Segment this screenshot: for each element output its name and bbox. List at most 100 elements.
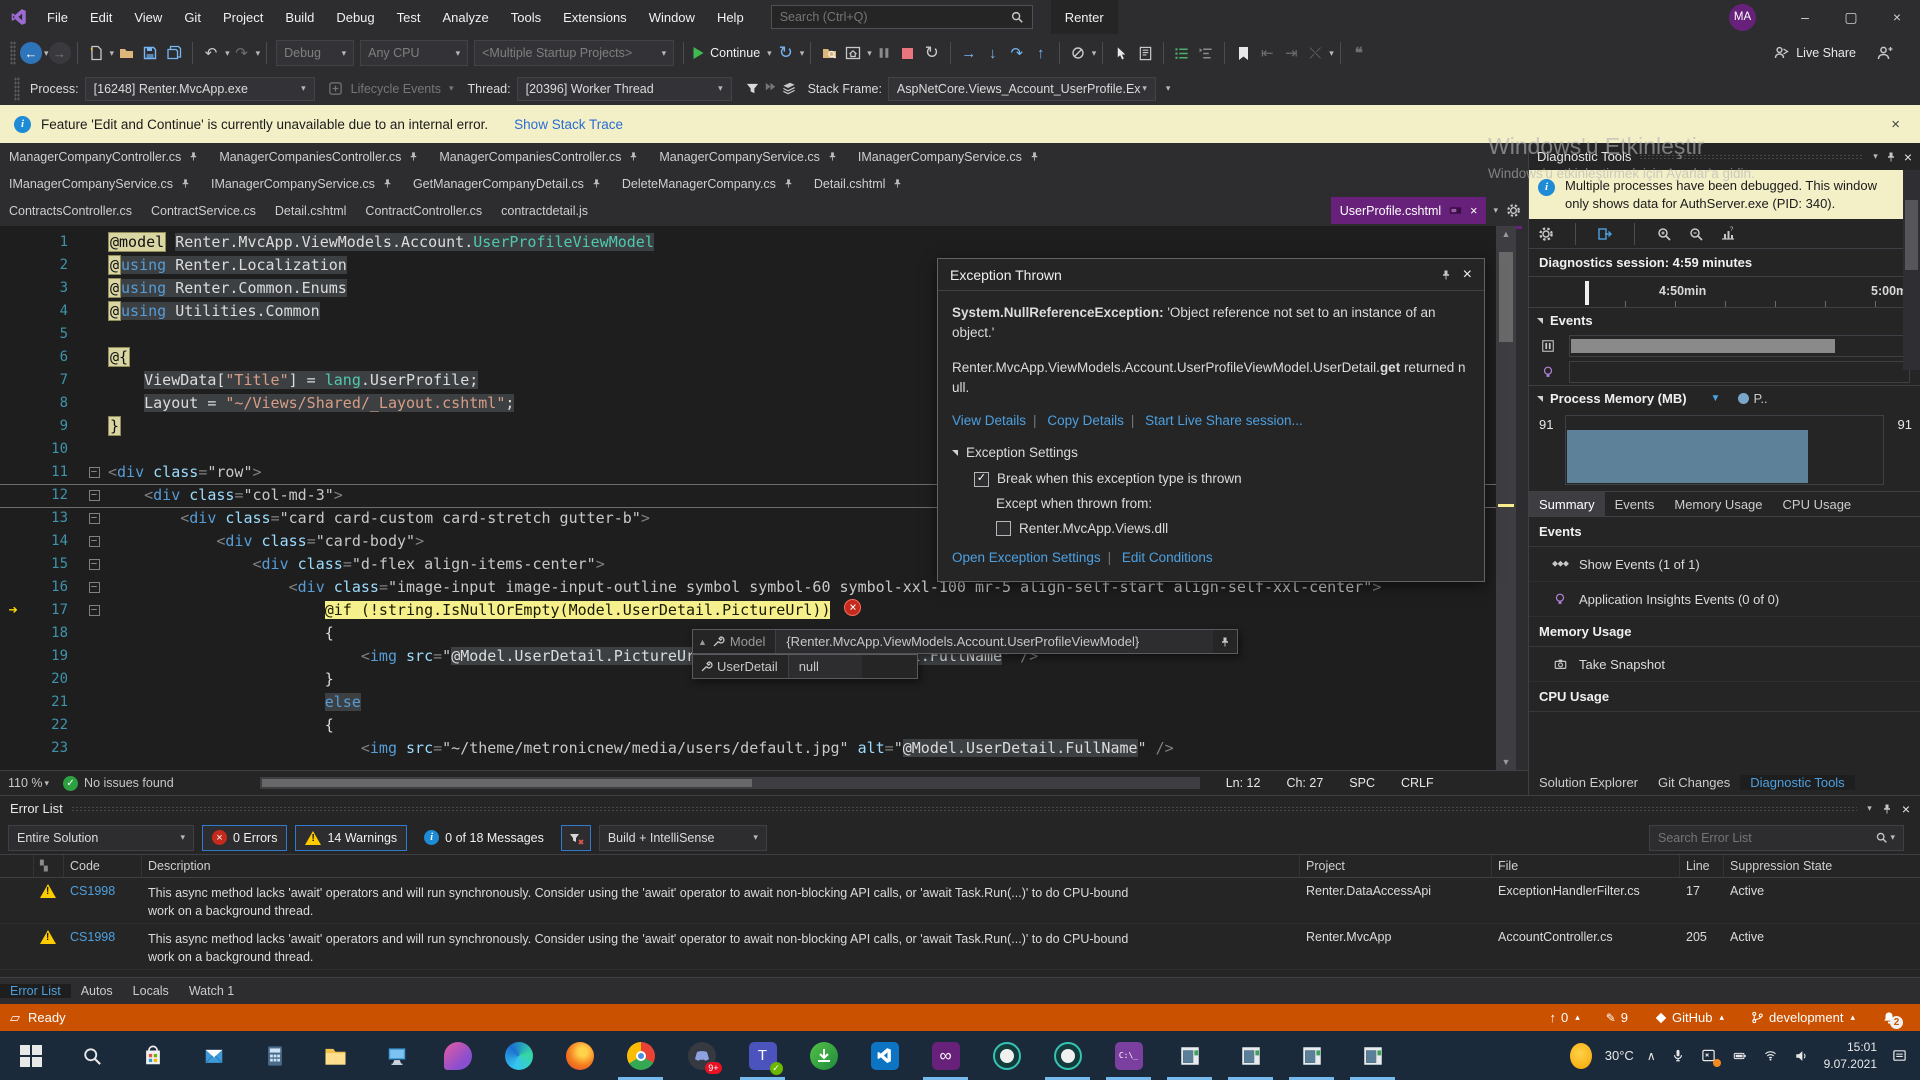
taskbar-terminal[interactable]: C:\_ — [1098, 1031, 1159, 1080]
quick-search[interactable] — [771, 5, 1033, 29]
taskbar-robo3t-2[interactable] — [1037, 1031, 1098, 1080]
battery-icon[interactable] — [1731, 1047, 1749, 1065]
parameter-info-button[interactable] — [1194, 40, 1218, 66]
taskbar-calculator[interactable] — [244, 1031, 305, 1080]
fold-margin[interactable]: – — [80, 530, 108, 553]
navigate-back-button[interactable]: ← — [20, 42, 42, 64]
fold-margin[interactable] — [80, 254, 108, 277]
breakpoint-margin[interactable] — [0, 231, 26, 254]
errors-filter-button[interactable]: × 0 Errors — [202, 825, 287, 851]
search-input[interactable] — [780, 10, 1010, 24]
redo-button[interactable]: ↷ — [230, 40, 254, 66]
step-over-button[interactable]: ↷ — [1005, 40, 1029, 66]
stack-frame-dropdown[interactable]: AspNetCore.Views_Account_UserProfile.Ex▾ — [888, 77, 1156, 101]
platform-dropdown[interactable]: Any CPU▾ — [360, 40, 468, 66]
zoom-out-icon[interactable] — [1687, 225, 1705, 243]
error-search-box[interactable]: ▾ — [1649, 825, 1904, 851]
branch-button[interactable]: development▴ — [1750, 1010, 1855, 1025]
document-tab[interactable]: ManagerCompanyService.cs — [650, 143, 848, 170]
continue-button[interactable]: Continue▾ — [690, 40, 774, 66]
flag-threads-icon[interactable] — [762, 80, 780, 98]
taskbar-vscode[interactable] — [854, 1031, 915, 1080]
fold-margin[interactable] — [80, 392, 108, 415]
breakpoint-margin[interactable] — [0, 277, 26, 300]
fold-margin[interactable] — [80, 668, 108, 691]
pin-icon[interactable] — [1884, 150, 1898, 164]
error-code-link[interactable]: CS1998 — [64, 880, 142, 898]
panel-tab-diagnostic-tools[interactable]: Diagnostic Tools — [1740, 775, 1854, 790]
fold-margin[interactable] — [80, 323, 108, 346]
pin-icon[interactable] — [892, 178, 904, 190]
tab-well-gear-icon[interactable] — [1504, 202, 1522, 220]
breakpoint-margin[interactable] — [0, 507, 26, 530]
wifi-icon[interactable] — [1762, 1047, 1780, 1065]
toolbar-drag-handle[interactable] — [10, 41, 16, 65]
breakpoint-margin[interactable] — [0, 530, 26, 553]
repository-button[interactable]: GitHub▴ — [1654, 1010, 1724, 1025]
startup-project-dropdown[interactable]: <Multiple Startup Projects>▾ — [474, 40, 674, 66]
diag-tab-memory-usage[interactable]: Memory Usage — [1664, 492, 1772, 516]
bookmark-caret-icon[interactable]: ▾ — [1329, 48, 1334, 59]
pin-icon[interactable] — [1880, 802, 1894, 816]
fold-margin[interactable] — [80, 645, 108, 668]
breakpoint-margin[interactable] — [0, 438, 26, 461]
fold-collapse-icon[interactable]: – — [89, 467, 100, 478]
infobar-close-icon[interactable]: × — [1891, 116, 1906, 133]
error-list-row[interactable]: CS1998This async method lacks 'await' op… — [0, 924, 1920, 970]
scope-dropdown[interactable]: Entire Solution▾ — [8, 825, 194, 851]
breakpoint-margin[interactable] — [0, 553, 26, 576]
fold-collapse-icon[interactable]: – — [89, 605, 100, 616]
redo-caret-icon[interactable]: ▾ — [256, 48, 261, 59]
pin-icon[interactable] — [382, 178, 394, 190]
stop-debugging-button[interactable] — [896, 40, 920, 66]
save-button[interactable] — [138, 40, 162, 66]
datatip-model[interactable]: ▲ Model {Renter.MvcApp.ViewModels.Accoun… — [692, 629, 1238, 654]
document-tab[interactable]: ContractService.cs — [142, 197, 265, 224]
breakpoint-margin[interactable] — [0, 668, 26, 691]
fold-margin[interactable] — [80, 438, 108, 461]
notifications-bell-button[interactable]: 2 — [1881, 1010, 1896, 1025]
configuration-dropdown[interactable]: Debug▾ — [276, 40, 354, 66]
error-code-link[interactable]: CS1998 — [64, 926, 142, 944]
pending-edits-button[interactable]: ✎9 — [1606, 1010, 1628, 1025]
zoom-dropdown[interactable]: 110 %▾ — [0, 776, 49, 790]
scroll-down-icon[interactable]: ▼ — [1496, 754, 1516, 770]
fold-margin[interactable] — [80, 346, 108, 369]
view-details-link[interactable]: View Details — [952, 413, 1026, 428]
open-file-button[interactable] — [114, 40, 138, 66]
menu-item-debug[interactable]: Debug — [325, 0, 385, 34]
pin-icon[interactable] — [827, 151, 839, 163]
code-line[interactable]: 22 { — [0, 714, 1496, 737]
datatip-userdetail[interactable]: UserDetail null — [692, 654, 918, 679]
pin-icon[interactable] — [1029, 151, 1041, 163]
notification-center-icon[interactable] — [1890, 1047, 1908, 1065]
breakpoint-margin[interactable] — [0, 737, 26, 760]
close-button[interactable]: × — [1874, 0, 1920, 34]
document-tab[interactable]: IManagerCompanyService.cs — [849, 143, 1050, 170]
panel-tab-autos[interactable]: Autos — [71, 984, 123, 998]
breakpoint-margin[interactable] — [0, 369, 26, 392]
pin-icon[interactable] — [628, 151, 640, 163]
fold-margin[interactable] — [80, 622, 108, 645]
menu-item-extensions[interactable]: Extensions — [552, 0, 638, 34]
add-user-icon[interactable] — [1872, 40, 1896, 66]
document-tab[interactable]: IManagerCompanyService.cs — [0, 170, 201, 197]
menu-item-edit[interactable]: Edit — [79, 0, 123, 34]
show-next-statement-button[interactable]: → — [957, 40, 981, 66]
menu-item-view[interactable]: View — [123, 0, 173, 34]
avatar[interactable]: MA — [1729, 4, 1756, 31]
copy-details-link[interactable]: Copy Details — [1047, 413, 1124, 428]
breakpoints-toggle-button[interactable] — [1066, 40, 1090, 66]
live-share-button[interactable]: Live Share — [1771, 40, 1858, 66]
document-tab[interactable]: GetManagerCompanyDetail.cs — [404, 170, 612, 197]
live-share-session-link[interactable]: Start Live Share session... — [1145, 413, 1303, 428]
taskbar-mail[interactable] — [183, 1031, 244, 1080]
editor-vertical-scrollbar[interactable]: ▲ ▼ — [1496, 226, 1516, 770]
taskbar-teams[interactable]: T✓ — [732, 1031, 793, 1080]
panel-tab-solution-explorer[interactable]: Solution Explorer — [1529, 775, 1648, 790]
document-tab[interactable]: DeleteManagerCompany.cs — [613, 170, 804, 197]
document-tab[interactable]: Detail.cshtml — [266, 197, 356, 224]
back-caret-icon[interactable]: ▾ — [44, 48, 49, 59]
fold-margin[interactable]: – — [80, 553, 108, 576]
error-search-input[interactable] — [1658, 831, 1874, 845]
